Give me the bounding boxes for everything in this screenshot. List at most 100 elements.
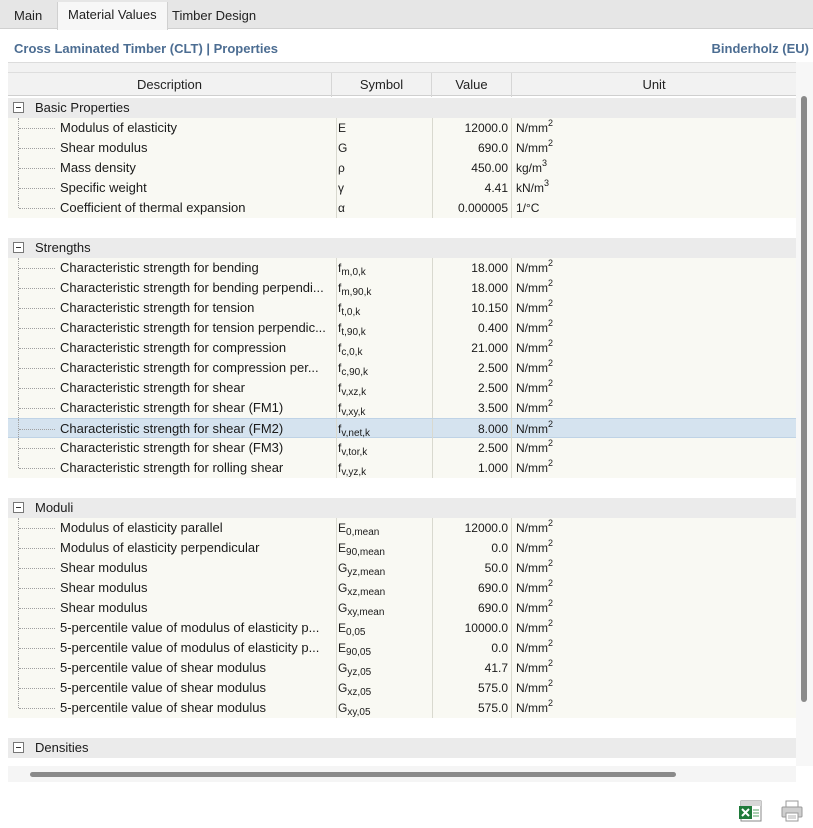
unit-cell: N/mm2 [516,419,716,439]
tab-main[interactable]: Main [4,3,52,29]
table-row[interactable]: Shear modulus Gxz,mean 690.0 N/mm2 [8,578,796,598]
table-row[interactable]: Modulus of elasticity E 12000.0 N/mm2 [8,118,796,138]
symbol-cell: E0,05 [336,618,430,638]
table-row[interactable]: Modulus of elasticity perpendicular E90,m… [8,538,796,558]
tree-line [19,628,55,629]
table-row[interactable]: Characteristic strength for rolling shea… [8,458,796,478]
value-cell[interactable]: 690.0 [432,138,512,158]
unit-exponent: 2 [548,598,554,608]
table-row[interactable]: 5-percentile value of modulus of elastic… [8,618,796,638]
table-row[interactable]: Shear modulus Gyz,mean 50.0 N/mm2 [8,558,796,578]
table-row[interactable]: Characteristic strength for shear (FM3) f… [8,438,796,458]
tree-line [19,588,55,589]
collapse-toggle-icon[interactable] [13,102,24,113]
table-row[interactable]: Characteristic strength for shear (FM2) f… [8,418,796,439]
table-row[interactable]: 5-percentile value of modulus of elastic… [8,638,796,658]
unit-exponent: 2 [548,278,554,288]
group-row[interactable]: Moduli [8,498,796,518]
table-row[interactable]: Coefficient of thermal expansion α 0.00000… [8,198,796,218]
horizontal-scrollbar[interactable] [8,766,796,782]
unit-exponent: 2 [548,458,554,468]
group-row[interactable]: Strengths [8,238,796,258]
description-cell: 5-percentile value of shear modulus [60,660,266,675]
table-row[interactable]: Characteristic strength for compression f… [8,338,796,358]
table-body: Basic Properties Modulus of elasticity E 12… [8,98,796,758]
group-spacer [8,218,796,238]
description-cell: Characteristic strength for shear (FM3) [60,440,284,455]
tab-timber-design[interactable]: Timber Design [162,3,266,29]
value-cell[interactable]: 0.0 [432,538,512,558]
table-row[interactable]: Shear modulus G 690.0 N/mm2 [8,138,796,158]
table-row[interactable]: Shear modulus Gxy,mean 690.0 N/mm2 [8,598,796,618]
value-cell[interactable]: 8.000 [432,419,512,439]
value-cell[interactable]: 41.7 [432,658,512,678]
group-row[interactable]: Basic Properties [8,98,796,118]
column-symbol[interactable]: Symbol [332,73,432,97]
value-cell[interactable]: 2.500 [432,358,512,378]
unit-base: N/mm [516,281,548,295]
symbol-cell: fm,0,k [336,258,430,278]
column-description[interactable]: Description [8,73,332,97]
symbol-cell: ft,90,k [336,318,430,338]
value-cell[interactable]: 4.41 [432,178,512,198]
value-cell[interactable]: 1.000 [432,458,512,478]
value-cell[interactable]: 18.000 [432,278,512,298]
table-row[interactable]: 5-percentile value of shear modulus Gyz,0… [8,658,796,678]
collapse-toggle-icon[interactable] [13,742,24,753]
excel-export-icon[interactable] [738,799,764,823]
value-cell[interactable]: 12000.0 [432,118,512,138]
value-cell[interactable]: 0.000005 [432,198,512,218]
vertical-scrollbar[interactable] [796,62,813,766]
table-row[interactable]: Characteristic strength for shear (FM1) f… [8,398,796,418]
table-row[interactable]: Modulus of elasticity parallel E0,mean 120… [8,518,796,538]
print-icon[interactable] [779,799,805,823]
description-cell: Modulus of elasticity perpendicular [60,540,260,555]
value-cell[interactable]: 450.00 [432,158,512,178]
tree-line [19,128,55,129]
value-cell[interactable]: 10.150 [432,298,512,318]
value-cell[interactable]: 690.0 [432,598,512,618]
value-cell[interactable]: 12000.0 [432,518,512,538]
table-row[interactable]: 5-percentile value of shear modulus Gxz,0… [8,678,796,698]
table-row[interactable]: Characteristic strength for bending perp… [8,278,796,298]
vertical-scroll-thumb[interactable] [801,96,807,702]
table-row[interactable]: Characteristic strength for compression … [8,358,796,378]
value-cell[interactable]: 0.400 [432,318,512,338]
horizontal-scroll-thumb[interactable] [30,772,676,777]
table-row[interactable]: Characteristic strength for bending fm,0,… [8,258,796,278]
value-cell[interactable]: 0.0 [432,638,512,658]
value-cell[interactable]: 3.500 [432,398,512,418]
table-row[interactable]: Mass density ρ 450.00 kg/m3 [8,158,796,178]
unit-exponent: 2 [548,438,554,448]
symbol-subscript: xy,05 [347,707,371,718]
unit-cell: N/mm2 [516,558,716,578]
value-cell[interactable]: 2.500 [432,378,512,398]
unit-base: N/mm [516,621,548,635]
tab-material-values[interactable]: Material Values [57,2,168,30]
collapse-toggle-icon[interactable] [13,242,24,253]
value-cell[interactable]: 21.000 [432,338,512,358]
symbol-cell: α [336,198,430,218]
table-row[interactable]: Characteristic strength for tension ft,0,… [8,298,796,318]
collapse-toggle-icon[interactable] [13,502,24,513]
group-row[interactable]: Densities [8,738,796,758]
value-cell[interactable]: 10000.0 [432,618,512,638]
column-unit[interactable]: Unit [512,73,796,97]
unit-base: N/mm [516,361,548,375]
description-cell: Shear modulus [60,600,148,615]
value-cell[interactable]: 575.0 [432,678,512,698]
value-cell[interactable]: 690.0 [432,578,512,598]
value-cell[interactable]: 2.500 [432,438,512,458]
table-row[interactable]: Characteristic strength for shear fv,xz,k… [8,378,796,398]
value-cell[interactable]: 18.000 [432,258,512,278]
value-cell[interactable]: 575.0 [432,698,512,718]
column-value[interactable]: Value [432,73,512,97]
table-row[interactable]: 5-percentile value of shear modulus Gxy,0… [8,698,796,718]
table-row[interactable]: Specific weight γ 4.41 kN/m3 [8,178,796,198]
table-row[interactable]: Characteristic strength for tension perp… [8,318,796,338]
unit-cell: N/mm2 [516,618,716,638]
unit-base: 1/°C [516,201,540,215]
symbol-subscript: c,0,k [341,347,363,358]
value-cell[interactable]: 50.0 [432,558,512,578]
symbol-main: E [338,121,347,135]
